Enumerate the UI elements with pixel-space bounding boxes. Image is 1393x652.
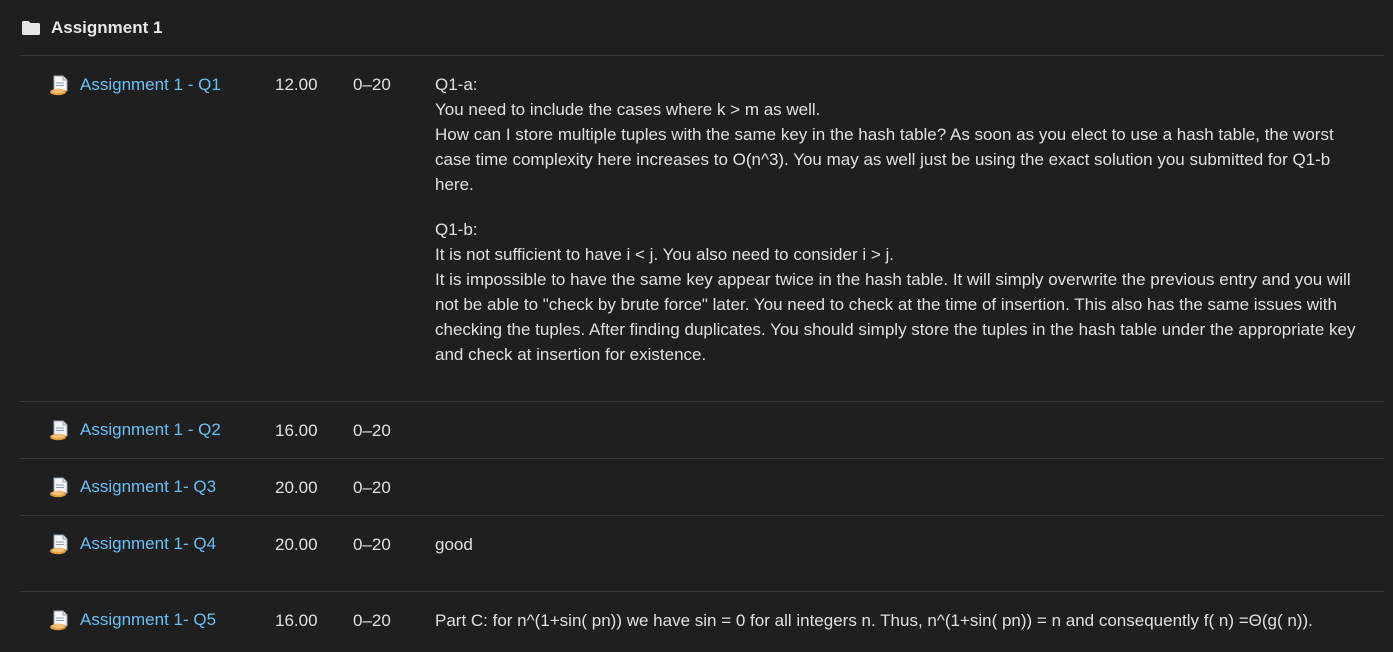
feedback-text: Q1-a: You need to include the cases wher… — [435, 72, 1365, 367]
grade-item-q2: Assignment 1 - Q2 — [49, 419, 221, 441]
assignment-link-q1[interactable]: Assignment 1 - Q1 — [80, 75, 221, 95]
grade-item-q1: Assignment 1 - Q1 — [49, 74, 221, 96]
grade-item-q3: Assignment 1- Q3 — [49, 476, 216, 498]
feedback-paragraph-q1a: Q1-a: You need to include the cases wher… — [435, 72, 1365, 197]
assignment-link-q5[interactable]: Assignment 1- Q5 — [80, 610, 216, 630]
grade-item-q5: Assignment 1- Q5 — [49, 609, 216, 631]
folder-icon — [22, 20, 40, 35]
grade-value: 16.00 — [275, 421, 318, 440]
grade-value: 20.00 — [275, 478, 318, 497]
grade-row-q2: Assignment 1 - Q2 16.00 0–20 — [20, 402, 1384, 459]
assignment-link-q4[interactable]: Assignment 1- Q4 — [80, 534, 216, 554]
feedback-line: It is impossible to have the same key ap… — [435, 270, 1356, 364]
range-value: 0–20 — [353, 535, 391, 554]
range-value: 0–20 — [353, 611, 391, 630]
range-value: 0–20 — [353, 478, 391, 497]
grade-row-q5: Assignment 1- Q5 16.00 0–20 Part C: for … — [20, 592, 1384, 652]
feedback-paragraph-q1b: Q1-b: It is not sufficient to have i < j… — [435, 217, 1365, 367]
category-header: Assignment 1 — [20, 0, 1384, 56]
grade-row-q3: Assignment 1- Q3 20.00 0–20 — [20, 459, 1384, 516]
feedback-heading: Q1-a: — [435, 75, 478, 94]
feedback-heading: Q1-b: — [435, 220, 478, 239]
feedback-line: You need to include the cases where k > … — [435, 100, 821, 119]
grade-row-q4: Assignment 1- Q4 20.00 0–20 good — [20, 516, 1384, 592]
range-value: 0–20 — [353, 75, 391, 94]
assignment-link-q2[interactable]: Assignment 1 - Q2 — [80, 420, 221, 440]
grade-item-q4: Assignment 1- Q4 — [49, 533, 216, 555]
assignment-icon — [50, 534, 68, 555]
assignment-icon — [50, 477, 68, 498]
feedback-line: It is not sufficient to have i < j. You … — [435, 245, 894, 264]
grade-row-q1: Assignment 1 - Q1 12.00 0–20 Q1-a: You n… — [20, 56, 1384, 402]
feedback-text: good — [435, 535, 473, 554]
feedback-line: How can I store multiple tuples with the… — [435, 125, 1334, 194]
grade-value: 12.00 — [275, 75, 318, 94]
assignment-icon — [50, 610, 68, 631]
range-value: 0–20 — [353, 421, 391, 440]
assignment-icon — [50, 420, 68, 441]
feedback-text: Part C: for n^(1+sin( pn)) we have sin =… — [435, 611, 1313, 630]
category-title: Assignment 1 — [51, 17, 163, 37]
assignment-icon — [50, 75, 68, 96]
grade-value: 16.00 — [275, 611, 318, 630]
grade-value: 20.00 — [275, 535, 318, 554]
assignment-link-q3[interactable]: Assignment 1- Q3 — [80, 477, 216, 497]
